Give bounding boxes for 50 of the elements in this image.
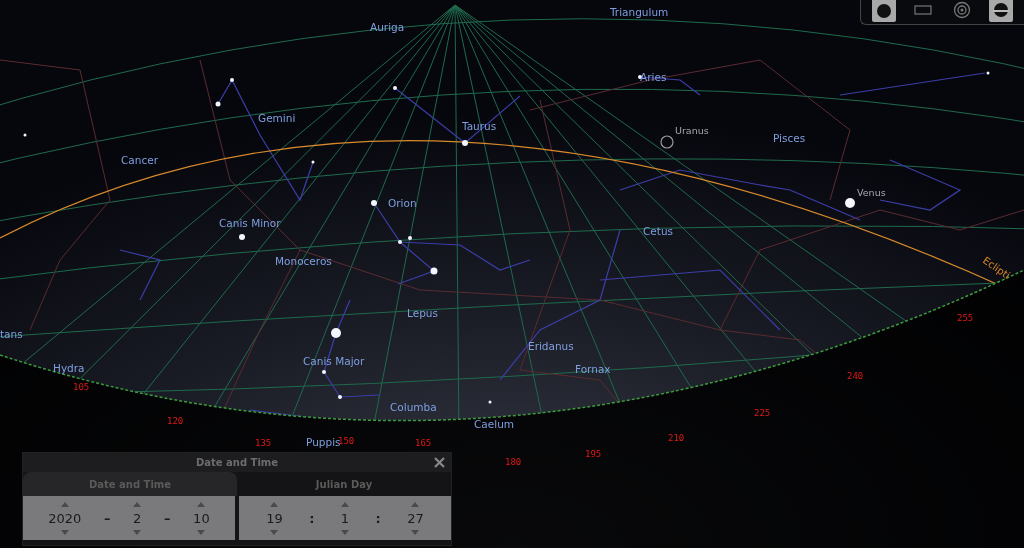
- spinbox-value[interactable]: 2: [133, 510, 142, 526]
- constellation-label: Orion: [388, 197, 417, 209]
- constellation-label: Eridanus: [528, 340, 574, 352]
- planet-label: Uranus: [675, 125, 709, 136]
- constellation-label: tans: [0, 328, 23, 340]
- separator-text: –: [104, 510, 111, 526]
- disk-button[interactable]: [872, 0, 897, 22]
- constellation-label: Lepus: [407, 307, 438, 319]
- azimuth-label: 255: [957, 313, 974, 323]
- spinbox-value[interactable]: 1: [340, 510, 350, 526]
- disk-icon: [875, 1, 894, 19]
- constellation-label: Pisces: [773, 132, 806, 144]
- azimuth-label: 165: [415, 438, 432, 448]
- constellation-label: Aries: [640, 71, 667, 83]
- azimuth-label: 120: [167, 416, 184, 426]
- spinbox-value[interactable]: 10: [193, 510, 210, 526]
- constellation-label: Caelum: [474, 418, 515, 430]
- split-disk-icon: [991, 1, 1010, 19]
- dialog-title: Date and Time: [195, 457, 279, 468]
- constellation-label: Cetus: [643, 225, 674, 237]
- spinbox-value[interactable]: 19: [266, 510, 283, 526]
- constellation-label: Gemini: [258, 112, 296, 124]
- constellation-label: Canis Major: [303, 355, 365, 367]
- constellation-label: Fornax: [575, 363, 611, 375]
- azimuth-label: 240: [847, 371, 864, 381]
- constellation-label: Monoceros: [275, 255, 332, 267]
- constellation-label: Cancer: [121, 154, 158, 166]
- azimuth-label: 195: [585, 449, 602, 459]
- constellation-label: Triangulum: [610, 6, 669, 18]
- spinbox-value[interactable]: 27: [407, 510, 424, 526]
- constellation-label: Auriga: [370, 21, 405, 33]
- azimuth-label: 180: [505, 457, 522, 467]
- spinbox-value[interactable]: 2020: [48, 510, 82, 526]
- separator-text: :: [375, 510, 381, 526]
- azimuth-label: 225: [754, 408, 771, 418]
- half-disk-button[interactable]: [988, 0, 1013, 22]
- azimuth-label: 210: [668, 433, 685, 443]
- separator-text: :: [309, 510, 315, 526]
- concentric-circles-icon: [952, 1, 971, 19]
- planet-marker-icon[interactable]: [660, 135, 674, 149]
- separator-text: –: [164, 510, 171, 526]
- azimuth-label: 135: [255, 438, 272, 448]
- azimuth-label: 105: [73, 382, 90, 392]
- constellation-label: Canis Minor: [219, 217, 281, 229]
- constellation-label: Hydra: [53, 362, 85, 374]
- constellation-label: Columba: [390, 401, 437, 413]
- dialog-tab[interactable]: Julian Day: [237, 472, 451, 496]
- rectangle-icon: [914, 4, 933, 16]
- close-icon[interactable]: [434, 457, 445, 468]
- planet-label: Venus: [857, 187, 886, 198]
